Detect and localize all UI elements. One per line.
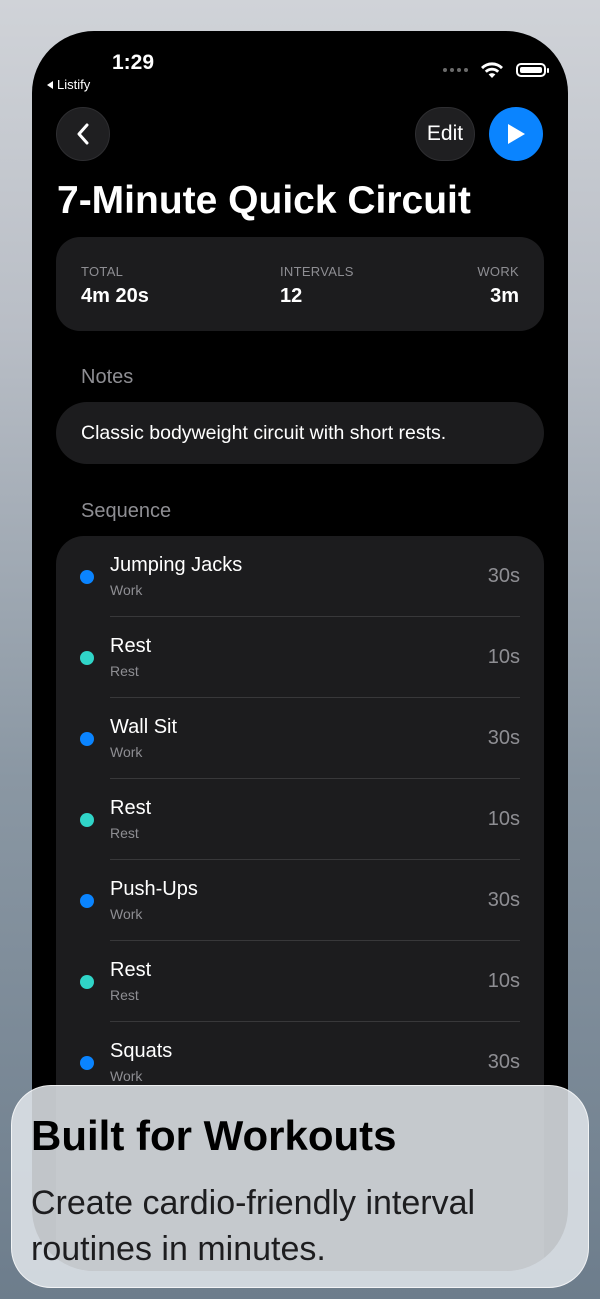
list-item[interactable]: Rest Rest 10s (56, 941, 544, 1022)
promo-banner: Built for Workouts Create cardio-friendl… (11, 1085, 589, 1288)
rest-dot-icon (80, 813, 94, 827)
rest-dot-icon (80, 975, 94, 989)
work-dot-icon (80, 894, 94, 908)
stats-card: TOTAL 4m 20s INTERVALS 12 WORK 3m (56, 237, 544, 331)
work-dot-icon (80, 1056, 94, 1070)
interval-name: Push-Ups (110, 878, 198, 900)
interval-duration: 30s (487, 889, 520, 911)
interval-duration: 10s (487, 970, 520, 992)
stat-intervals-label: INTERVALS (280, 264, 354, 279)
interval-type: Work (110, 906, 143, 922)
back-triangle-icon (47, 80, 53, 89)
edit-button[interactable]: Edit (415, 107, 475, 161)
stat-intervals-value: 12 (280, 285, 303, 307)
stat-work-value: 3m (490, 285, 519, 307)
work-dot-icon (80, 570, 94, 584)
sequence-label: Sequence (81, 500, 172, 522)
back-to-app-link[interactable]: Listify (47, 77, 90, 92)
interval-name: Jumping Jacks (110, 554, 243, 576)
status-time: 1:29 (112, 51, 155, 74)
page-title: 7-Minute Quick Circuit (57, 179, 471, 222)
list-item[interactable]: Rest Rest 10s (56, 779, 544, 860)
interval-duration: 30s (487, 565, 520, 587)
promo-title: Built for Workouts (31, 1112, 397, 1159)
stat-intervals: INTERVALS 12 (280, 264, 354, 308)
stat-total-label: TOTAL (81, 264, 124, 279)
interval-name: Squats (110, 1040, 173, 1062)
list-item[interactable]: Jumping Jacks Work 30s (56, 536, 544, 617)
stat-work-label: WORK (477, 264, 519, 279)
play-button[interactable] (489, 107, 543, 161)
status-icons (443, 61, 549, 79)
interval-duration: 30s (487, 1051, 520, 1073)
interval-duration: 10s (487, 808, 520, 830)
list-item[interactable]: Wall Sit Work 30s (56, 698, 544, 779)
interval-type: Rest (110, 663, 139, 679)
interval-name: Wall Sit (110, 716, 178, 738)
play-icon (508, 124, 525, 144)
list-item[interactable]: Push-Ups Work 30s (56, 860, 544, 941)
interval-type: Work (110, 744, 143, 760)
interval-duration: 30s (487, 727, 520, 749)
stat-total-value: 4m 20s (81, 285, 149, 307)
cellular-signal-icon (443, 68, 468, 72)
promo-subtitle: Create cardio-friendly interval routines… (31, 1184, 476, 1268)
interval-type: Work (110, 582, 143, 598)
stat-total: TOTAL 4m 20s (81, 264, 149, 308)
stat-work: WORK 3m (477, 264, 519, 308)
interval-name: Rest (110, 959, 152, 981)
interval-name: Rest (110, 797, 152, 819)
back-app-label: Listify (57, 77, 91, 92)
rest-dot-icon (80, 651, 94, 665)
chevron-left-icon (77, 123, 89, 145)
back-button[interactable] (56, 107, 110, 161)
interval-type: Rest (110, 987, 139, 1003)
list-item[interactable]: Rest Rest 10s (56, 617, 544, 698)
notes-label: Notes (81, 366, 134, 388)
interval-type: Rest (110, 825, 139, 841)
work-dot-icon (80, 732, 94, 746)
wifi-icon (481, 62, 503, 78)
battery-icon (516, 63, 549, 77)
interval-type: Work (110, 1068, 143, 1084)
notes-card: Classic bodyweight circuit with short re… (56, 402, 544, 464)
interval-duration: 10s (487, 646, 520, 668)
interval-name: Rest (110, 635, 152, 657)
